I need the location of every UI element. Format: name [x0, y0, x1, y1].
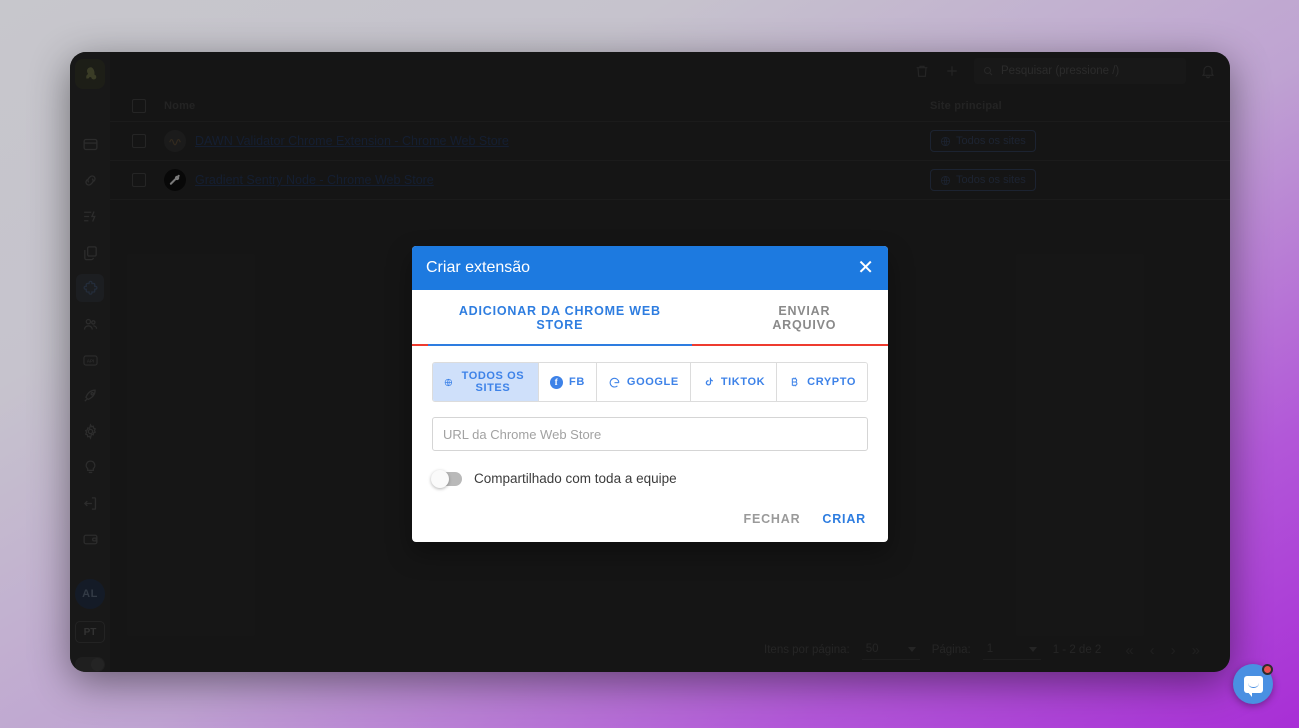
site-filter-group: TODOS OS SITES f FB GOOGLE TIKTOK CRYPTO	[432, 362, 868, 402]
notification-badge	[1262, 664, 1273, 675]
chat-icon	[1243, 675, 1263, 697]
create-extension-modal: Criar extensão ✕ ADICIONAR DA CHROME WEB…	[412, 246, 888, 542]
filter-google[interactable]: GOOGLE	[596, 363, 691, 401]
modal-body: TODOS OS SITES f FB GOOGLE TIKTOK CRYPTO	[412, 346, 888, 496]
close-icon[interactable]: ✕	[857, 258, 874, 278]
google-icon	[609, 377, 620, 388]
tab-add-from-chrome-web-store[interactable]: ADICIONAR DA CHROME WEB STORE	[428, 290, 692, 346]
close-button[interactable]: FECHAR	[744, 512, 801, 526]
filter-label: CRYPTO	[807, 376, 856, 388]
tab-upload-file[interactable]: ENVIAR ARQUIVO	[737, 290, 872, 344]
share-toggle[interactable]	[431, 469, 462, 488]
tiktok-icon	[705, 377, 713, 386]
modal-tabs: ADICIONAR DA CHROME WEB STORE ENVIAR ARQ…	[412, 290, 888, 346]
filter-fb[interactable]: f FB	[539, 363, 597, 401]
filter-all-sites[interactable]: TODOS OS SITES	[433, 363, 540, 401]
smile-decoration	[1247, 683, 1259, 688]
url-input[interactable]	[432, 417, 868, 451]
modal-header: Criar extensão ✕	[412, 246, 888, 290]
filter-label: TIKTOK	[720, 376, 766, 388]
filter-label: TODOS OS SITES	[461, 370, 525, 394]
create-button[interactable]: CRIAR	[822, 512, 866, 526]
share-toggle-row: Compartilhado com toda a equipe	[431, 469, 868, 488]
filter-tiktok[interactable]: TIKTOK	[690, 363, 778, 401]
globe-icon	[444, 378, 453, 386]
share-toggle-label: Compartilhado com toda a equipe	[474, 471, 677, 486]
filter-crypto[interactable]: CRYPTO	[777, 363, 867, 401]
facebook-icon: f	[550, 375, 564, 389]
intercom-launcher[interactable]	[1233, 664, 1273, 704]
filter-label: GOOGLE	[626, 376, 679, 388]
filter-label: FB	[569, 376, 585, 388]
modal-actions: FECHAR CRIAR	[412, 496, 888, 542]
bitcoin-icon	[791, 377, 798, 386]
modal-title: Criar extensão	[426, 259, 531, 276]
